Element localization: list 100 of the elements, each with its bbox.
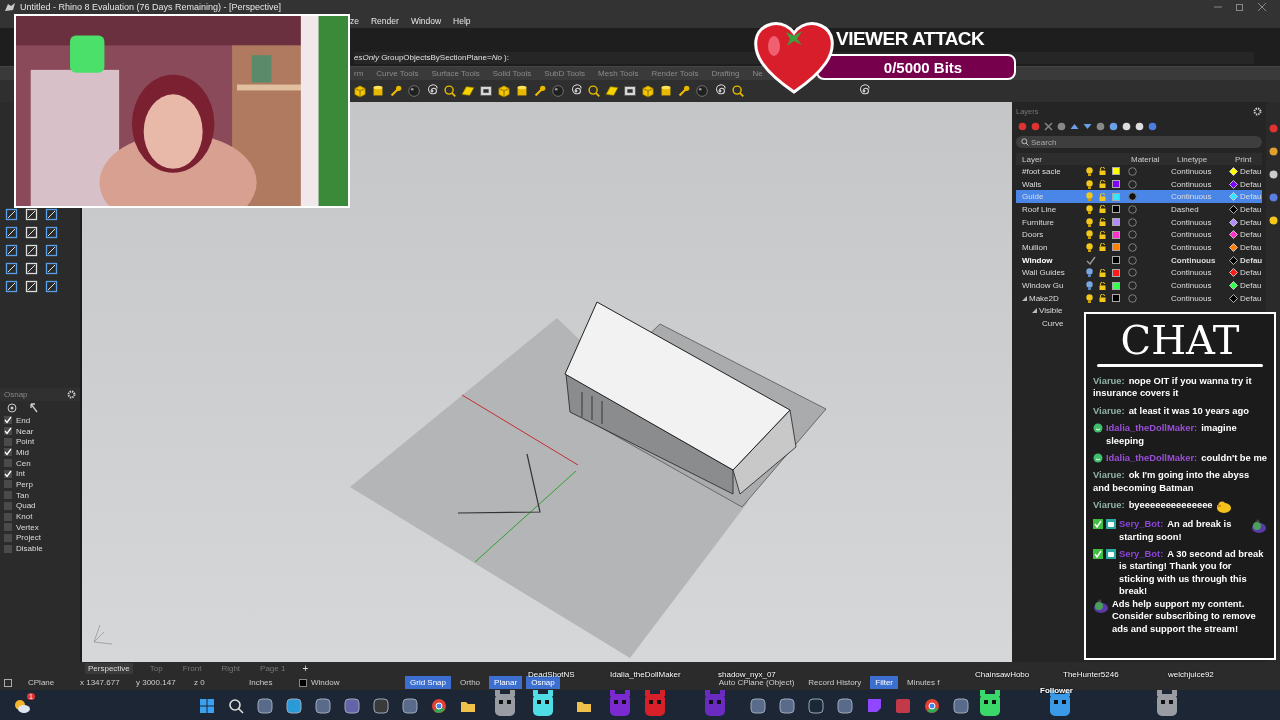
layer-row[interactable]: Wall Guides Continuous Defau bbox=[1016, 266, 1262, 280]
restore-icon[interactable] bbox=[1236, 3, 1244, 11]
lightbulb-icon[interactable] bbox=[1086, 230, 1093, 240]
target-icon[interactable] bbox=[4, 403, 20, 413]
tool-icon[interactable] bbox=[45, 208, 58, 221]
color-swatch[interactable] bbox=[1112, 205, 1120, 214]
tool-icon[interactable] bbox=[45, 262, 58, 275]
panel-toggle-icon[interactable] bbox=[4, 678, 12, 687]
app-icon[interactable] bbox=[401, 697, 419, 715]
material-circle-icon[interactable] bbox=[1128, 166, 1137, 176]
checkbox[interactable] bbox=[4, 544, 12, 553]
column-header[interactable]: Linetype bbox=[1171, 154, 1229, 164]
padlock-icon[interactable] bbox=[1099, 167, 1106, 176]
color-swatch[interactable] bbox=[1112, 268, 1120, 277]
checkbox[interactable] bbox=[4, 480, 12, 489]
layer-row[interactable]: Furniture Continuous Defau bbox=[1016, 215, 1262, 229]
tool-icon[interactable] bbox=[5, 280, 18, 293]
checkbox[interactable] bbox=[4, 469, 12, 478]
app-icon[interactable] bbox=[807, 697, 825, 715]
layer-row[interactable]: Window Continuous Defau bbox=[1016, 253, 1262, 267]
layer-row[interactable]: Mullion Continuous Defau bbox=[1016, 241, 1262, 254]
delete-icon[interactable] bbox=[1044, 122, 1053, 131]
padlock-icon[interactable] bbox=[1099, 205, 1106, 214]
material-circle-icon[interactable] bbox=[1128, 281, 1137, 291]
material-circle-icon[interactable] bbox=[1128, 293, 1137, 303]
layer-row[interactable]: Visible bbox=[1016, 304, 1082, 318]
app-icon[interactable] bbox=[343, 697, 361, 715]
app-icon[interactable] bbox=[778, 697, 796, 715]
move-down-icon[interactable] bbox=[1083, 122, 1092, 131]
padlock-icon[interactable] bbox=[1099, 180, 1106, 189]
padlock-icon[interactable] bbox=[1099, 218, 1106, 227]
padlock-icon[interactable] bbox=[1099, 294, 1106, 303]
status-toggle[interactable]: Osnap bbox=[526, 676, 560, 689]
material-circle-icon[interactable] bbox=[1128, 268, 1137, 278]
color-swatch[interactable] bbox=[1112, 256, 1120, 265]
move-up-icon[interactable] bbox=[1070, 122, 1079, 131]
checkbox[interactable] bbox=[4, 491, 12, 500]
padlock-icon[interactable] bbox=[1099, 243, 1106, 252]
cplane-label[interactable]: CPlane bbox=[28, 678, 80, 687]
cube-icon[interactable] bbox=[352, 83, 368, 99]
checkbox[interactable] bbox=[4, 523, 12, 532]
material-circle-icon[interactable] bbox=[1128, 230, 1137, 240]
layer-row[interactable]: Make2D Continuous Defau bbox=[1016, 291, 1262, 305]
current-layer-label[interactable]: Window bbox=[311, 678, 405, 687]
app-icon[interactable] bbox=[314, 697, 332, 715]
app-icon[interactable] bbox=[749, 697, 767, 715]
app-icon[interactable] bbox=[836, 697, 854, 715]
material-circle-icon[interactable] bbox=[1128, 204, 1137, 214]
checkbox[interactable] bbox=[4, 448, 12, 457]
lightbulb-icon[interactable] bbox=[1086, 204, 1093, 214]
start-button-icon[interactable] bbox=[198, 697, 216, 715]
color-swatch[interactable] bbox=[1112, 230, 1120, 239]
layer-row[interactable]: Window Gu Continuous Defau bbox=[1016, 279, 1262, 292]
padlock-icon[interactable] bbox=[1099, 230, 1106, 239]
layer-row[interactable]: #foot sacle Continuous Defau bbox=[1016, 165, 1262, 178]
tool-icon[interactable] bbox=[45, 280, 58, 293]
status-toggle[interactable]: Grid Snap bbox=[405, 676, 452, 689]
layer-row[interactable]: Curve bbox=[1016, 317, 1082, 330]
color-swatch[interactable] bbox=[1112, 294, 1120, 303]
material-circle-icon[interactable] bbox=[1128, 255, 1137, 265]
checkbox[interactable] bbox=[4, 427, 12, 436]
search-field[interactable]: Search bbox=[1016, 136, 1262, 148]
app-icon[interactable] bbox=[256, 697, 274, 715]
tool-icon[interactable] bbox=[5, 226, 18, 239]
checkbox[interactable] bbox=[4, 459, 12, 468]
magnifier-icon[interactable] bbox=[586, 83, 602, 99]
expand-triangle-icon[interactable] bbox=[1032, 308, 1037, 314]
color-swatch[interactable] bbox=[1112, 281, 1120, 290]
material-circle-icon[interactable] bbox=[1128, 242, 1137, 252]
tool-icon[interactable] bbox=[45, 226, 58, 239]
box-icon[interactable] bbox=[622, 83, 638, 99]
cube-icon[interactable] bbox=[496, 83, 512, 99]
color-swatch[interactable] bbox=[1112, 243, 1120, 252]
menu-item[interactable]: Render bbox=[371, 16, 399, 26]
padlock-icon[interactable] bbox=[1099, 268, 1106, 277]
status-toggle[interactable]: Planar bbox=[489, 676, 523, 689]
viewport-tab[interactable]: Perspective bbox=[85, 663, 133, 674]
menu-item[interactable]: Help bbox=[453, 16, 471, 26]
box-icon[interactable] bbox=[478, 83, 494, 99]
close-icon[interactable] bbox=[1258, 3, 1266, 11]
menu-item[interactable]: Window bbox=[410, 16, 442, 26]
status-toggle[interactable]: Ortho bbox=[455, 676, 486, 689]
lightbulb-icon[interactable] bbox=[1086, 179, 1093, 189]
app-icon[interactable] bbox=[430, 697, 448, 715]
checkbox[interactable] bbox=[4, 512, 12, 521]
column-header[interactable]: Material bbox=[1125, 154, 1171, 164]
tool-icon[interactable] bbox=[5, 244, 18, 257]
wrench-icon[interactable] bbox=[388, 83, 404, 99]
checkbox[interactable] bbox=[4, 437, 12, 446]
lightbulb-icon[interactable] bbox=[1086, 268, 1093, 278]
lightbulb-icon[interactable] bbox=[1086, 293, 1093, 303]
layer-row[interactable]: Doors Continuous Defau bbox=[1016, 228, 1262, 242]
plane-icon[interactable] bbox=[460, 83, 476, 99]
column-header[interactable]: Layer bbox=[1016, 154, 1125, 164]
checkbox[interactable] bbox=[4, 416, 12, 425]
material-circle-icon[interactable] bbox=[1128, 192, 1137, 202]
app-icon[interactable] bbox=[372, 697, 390, 715]
status-toggle[interactable]: Record History bbox=[803, 676, 867, 689]
material-circle-icon[interactable] bbox=[1128, 179, 1137, 189]
wrench-icon[interactable] bbox=[532, 83, 548, 99]
